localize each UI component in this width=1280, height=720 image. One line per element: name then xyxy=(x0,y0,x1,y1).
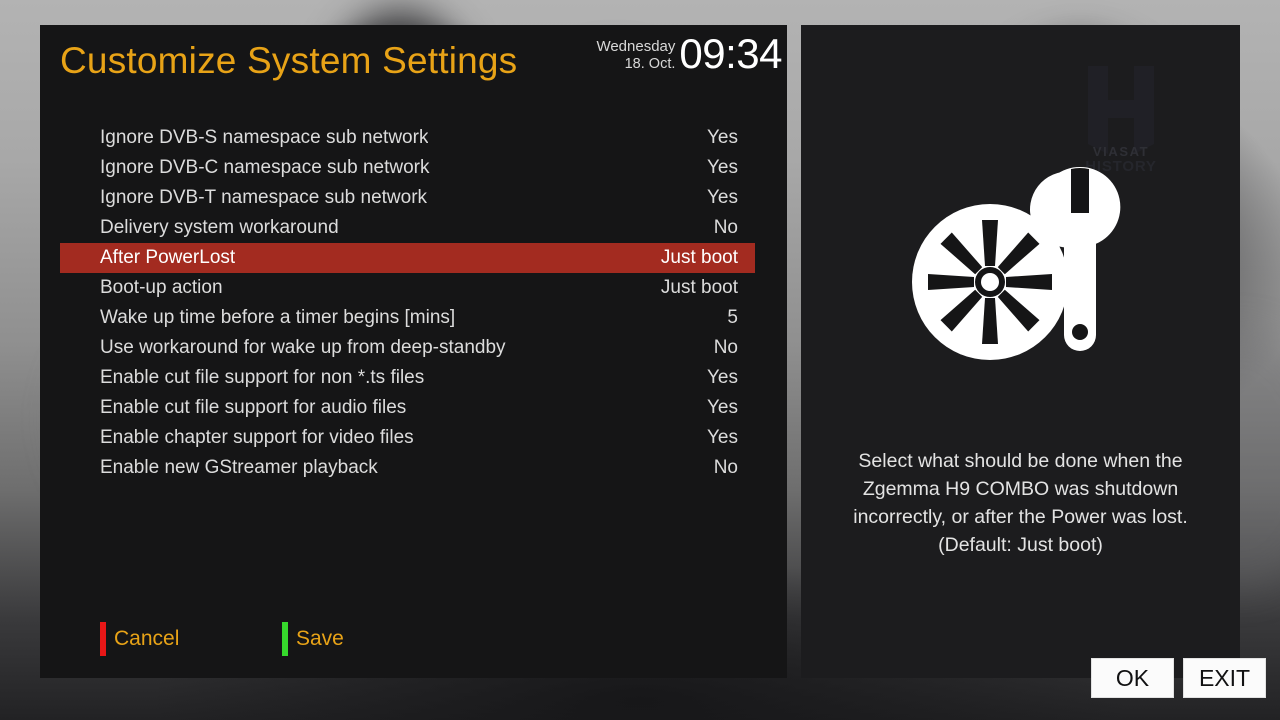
settings-list[interactable]: Ignore DVB-S namespace sub network Yes Ign… xyxy=(60,123,755,483)
clock-weekday: Wednesday xyxy=(596,38,676,55)
clock-date: Wednesday 18. Oct. xyxy=(596,33,679,72)
settings-row[interactable]: Ignore DVB-C namespace sub network Yes xyxy=(60,153,755,183)
settings-row-value[interactable]: 5 xyxy=(707,307,738,329)
settings-row[interactable]: Enable new GStreamer playback No xyxy=(60,453,755,483)
right-panel-buttons: OK EXIT xyxy=(1091,658,1266,698)
settings-panel: Customize System Settings Wednesday 18. … xyxy=(40,25,810,678)
settings-row-label: Enable new GStreamer playback xyxy=(100,457,378,478)
settings-row-value[interactable]: No xyxy=(694,337,738,359)
settings-row-value[interactable]: Yes xyxy=(687,187,738,209)
clock-time: 09:34 xyxy=(679,30,782,77)
ok-button[interactable]: OK xyxy=(1091,658,1174,698)
settings-row[interactable]: After PowerLost Just boot xyxy=(60,243,755,273)
settings-row-label: Wake up time before a timer begins [mins… xyxy=(100,307,456,328)
cancel-button[interactable]: Cancel xyxy=(100,622,179,656)
settings-row-value[interactable]: Yes xyxy=(687,397,738,419)
gear-and-wrench-icon xyxy=(912,166,1121,360)
save-button-label: Save xyxy=(296,627,344,650)
settings-row[interactable]: Enable chapter support for video files Ye… xyxy=(60,423,755,453)
red-key-icon xyxy=(100,622,106,656)
settings-row[interactable]: Ignore DVB-S namespace sub network Yes xyxy=(60,123,755,153)
settings-row-value[interactable]: Just boot xyxy=(641,277,738,299)
settings-row-label: Ignore DVB-C namespace sub network xyxy=(100,157,430,178)
settings-row-value[interactable]: No xyxy=(694,217,738,239)
settings-row[interactable]: Use workaround for wake up from deep-sta… xyxy=(60,333,755,363)
settings-row-label: Enable chapter support for video files xyxy=(100,427,414,448)
green-key-icon xyxy=(282,622,288,656)
settings-row[interactable]: Ignore DVB-T namespace sub network Yes xyxy=(60,183,755,213)
page-title: Customize System Settings xyxy=(60,40,518,81)
settings-row-label: Enable cut file support for non *.ts fil… xyxy=(100,367,425,388)
settings-row[interactable]: Wake up time before a timer begins [mins… xyxy=(60,303,755,333)
viasat-history-logo-icon: VIASAT HISTORY xyxy=(1085,66,1156,174)
settings-row[interactable]: Enable cut file support for non *.ts fil… xyxy=(60,363,755,393)
clock-date-daymonth: 18. Oct. xyxy=(624,55,676,72)
settings-row-label: Delivery system workaround xyxy=(100,217,339,238)
clock: Wednesday 18. Oct. 09:34 xyxy=(596,33,782,75)
settings-row[interactable]: Boot-up action Just boot xyxy=(60,273,755,303)
cancel-button-label: Cancel xyxy=(114,627,180,650)
svg-text:VIASAT: VIASAT xyxy=(1093,144,1149,159)
settings-row-label: Ignore DVB-T namespace sub network xyxy=(100,187,428,208)
settings-row-label: Enable cut file support for audio files xyxy=(100,397,407,418)
settings-row-value[interactable]: Yes xyxy=(687,127,738,149)
settings-row[interactable]: Enable cut file support for audio files Y… xyxy=(60,393,755,423)
settings-row-label: After PowerLost xyxy=(100,247,236,268)
settings-row[interactable]: Delivery system workaround No xyxy=(60,213,755,243)
settings-row-value[interactable]: Yes xyxy=(687,367,738,389)
settings-row-value[interactable]: Yes xyxy=(687,427,738,449)
help-description: Select what should be done when the Zgem… xyxy=(853,450,1188,557)
save-button[interactable]: Save xyxy=(282,622,344,656)
exit-button[interactable]: EXIT xyxy=(1183,658,1266,698)
settings-row-value[interactable]: Just boot xyxy=(641,247,738,269)
settings-row-label: Boot-up action xyxy=(100,277,223,298)
settings-row-value[interactable]: Yes xyxy=(687,157,738,179)
settings-row-label: Ignore DVB-S namespace sub network xyxy=(100,127,429,148)
settings-row-label: Use workaround for wake up from deep-sta… xyxy=(100,337,506,358)
panel-header: Customize System Settings Wednesday 18. … xyxy=(40,25,787,95)
settings-row-value[interactable]: No xyxy=(694,457,738,479)
